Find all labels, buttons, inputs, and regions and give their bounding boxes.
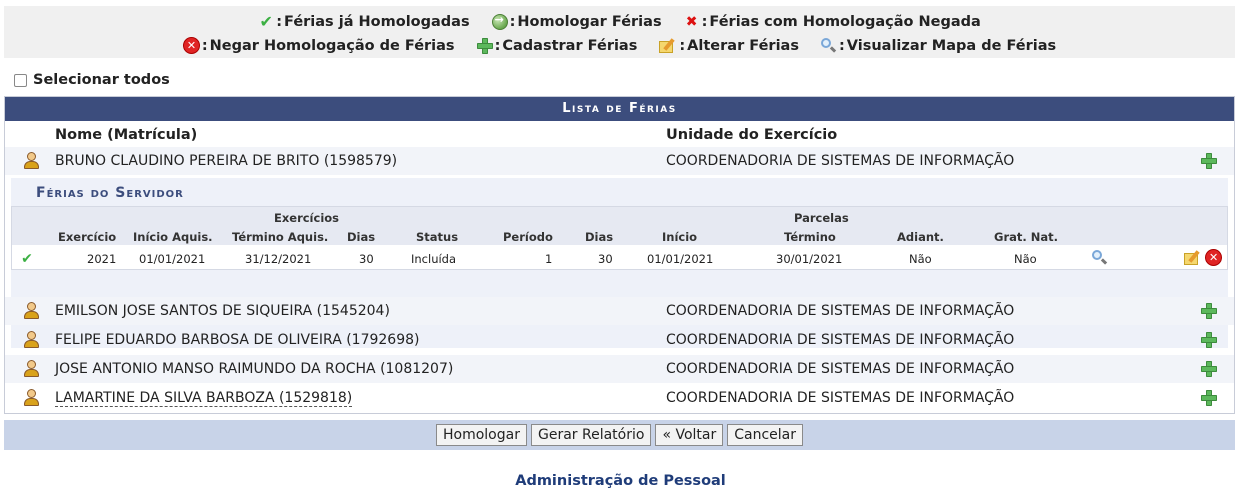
voltar-button[interactable]: « Voltar (655, 424, 724, 446)
legend-colon: : (201, 37, 208, 54)
legend-colon: : (838, 37, 845, 54)
action-button-bar: Homologar Gerar Relatório « Voltar Cance… (4, 420, 1235, 450)
col-inicio-aquis: Início Aquis. (133, 230, 213, 244)
legend-negar-label: Negar Homologação de Férias (209, 37, 455, 54)
val-inicio: 01/01/2021 (647, 252, 714, 266)
add-vacation-plus-icon[interactable] (1201, 361, 1217, 377)
val-periodo: 1 (545, 252, 553, 266)
table-row: BRUNO CLAUDINO PEREIRA DE BRITO (1598579… (5, 147, 1234, 175)
list-caption: Lista de Férias (5, 97, 1234, 121)
magnifier-icon (820, 37, 837, 54)
ferias-table: Exercícios Parcelas Exercício Início Aqu… (11, 206, 1228, 270)
servidor-name-link[interactable]: LAMARTINE DA SILVA BARBOZA (1529818) (55, 390, 353, 407)
legend-visualizar: : Visualizar Mapa de Férias (820, 37, 1057, 54)
group-parcelas: Parcelas (794, 211, 849, 225)
add-vacation-plus-icon[interactable] (1201, 390, 1217, 406)
servidor-unit: COORDENADORIA DE SISTEMAS DE INFORMAÇÃO (666, 390, 1015, 406)
col-dias-parcela: Dias (585, 230, 614, 244)
col-grat-nat: Grat. Nat. (994, 230, 1058, 244)
servidor-unit: COORDENADORIA DE SISTEMAS DE INFORMAÇÃO (666, 361, 1015, 377)
col-dias: Dias (347, 230, 376, 244)
col-termino: Término (784, 230, 836, 244)
user-icon (23, 152, 39, 169)
footer-module-title: Administração de Pessoal (515, 473, 726, 489)
user-icon (23, 360, 39, 377)
table-row: LAMARTINE DA SILVA BARBOZA (1529818) COO… (5, 384, 1234, 412)
legend-negada-label: Férias com Homologação Negada (709, 14, 981, 30)
legend-colon: : (494, 37, 501, 54)
header-name: Nome (Matrícula) (55, 127, 198, 143)
legend-cadastrar: : Cadastrar Férias (476, 37, 638, 54)
user-icon (23, 302, 39, 319)
add-vacation-plus-icon[interactable] (1201, 332, 1217, 348)
val-adiant: Não (909, 252, 932, 266)
servidor-name: BRUNO CLAUDINO PEREIRA DE BRITO (1598579… (55, 153, 398, 169)
servidor-unit: COORDENADORIA DE SISTEMAS DE INFORMAÇÃO (666, 153, 1015, 169)
servidor-name: JOSE ANTONIO MANSO RAIMUNDO DA ROCHA (10… (55, 361, 454, 377)
table-row: JOSE ANTONIO MANSO RAIMUNDO DA ROCHA (10… (5, 355, 1234, 383)
legend-cadastrar-label: Cadastrar Férias (502, 37, 638, 54)
col-status: Status (416, 230, 459, 244)
val-termino: 30/01/2021 (776, 252, 843, 266)
val-grat-nat: Não (1014, 252, 1037, 266)
val-termino-aquis: 31/12/2021 (245, 252, 312, 266)
legend-colon: : (276, 14, 282, 30)
val-dias-parcela: 30 (598, 252, 613, 266)
legend-homologar: : Homologar Férias (491, 13, 662, 30)
gerar-relatorio-button[interactable]: Gerar Relatório (530, 424, 652, 446)
user-icon (23, 389, 39, 406)
edit-icon (659, 38, 677, 54)
servidor-name: EMILSON JOSE SANTOS DE SIQUEIRA (1545204… (55, 303, 390, 319)
legend-homologadas-label: Férias já Homologadas (284, 14, 470, 30)
homologar-button[interactable]: Homologar (436, 424, 527, 446)
vacation-list-table: Lista de Férias Nome (Matrícula) Unidade… (4, 96, 1235, 414)
select-all[interactable]: Selecionar todos (14, 72, 170, 88)
legend-colon: : (679, 37, 686, 54)
check-icon: ✔ (21, 251, 33, 267)
servidor-unit: COORDENADORIA DE SISTEMAS DE INFORMAÇÃO (666, 303, 1015, 319)
table-row: EMILSON JOSE SANTOS DE SIQUEIRA (1545204… (5, 297, 1234, 325)
add-vacation-plus-icon[interactable] (1201, 303, 1217, 319)
legend-alterar: : Alterar Férias (659, 37, 799, 54)
green-arrow-circle-icon (491, 13, 508, 30)
col-exercicio: Exercício (58, 230, 117, 244)
legend-row-1: ✔ : Férias já Homologadas : Homologar Fé… (4, 12, 1235, 31)
red-circle-x-icon (182, 37, 200, 54)
green-plus-icon (476, 37, 493, 54)
red-circle-x-icon[interactable] (1205, 249, 1222, 266)
legend-colon: : (701, 14, 708, 30)
legend-alterar-label: Alterar Férias (687, 37, 799, 54)
legend-row-2: : Negar Homologação de Férias : Cadastra… (4, 37, 1235, 54)
add-vacation-plus-icon[interactable] (1201, 153, 1217, 169)
col-periodo: Período (503, 230, 553, 244)
val-inicio-aquis: 01/01/2021 (139, 252, 206, 266)
legend-panel: ✔ : Férias já Homologadas : Homologar Fé… (4, 6, 1235, 58)
cancelar-button[interactable]: Cancelar (727, 424, 803, 446)
val-status: Incluída (411, 252, 457, 266)
table-row: FELIPE EDUARDO BARBOSA DE OLIVEIRA (1792… (5, 326, 1234, 354)
edit-icon[interactable] (1184, 250, 1202, 266)
check-icon: ✔ (259, 12, 273, 31)
legend-homologadas: ✔ : Férias já Homologadas (258, 12, 470, 31)
servidor-name: FELIPE EDUARDO BARBOSA DE OLIVEIRA (1792… (55, 332, 420, 348)
col-adiant: Adiant. (897, 230, 944, 244)
group-exercicios: Exercícios (274, 211, 340, 225)
select-all-checkbox[interactable] (14, 73, 27, 87)
val-dias: 30 (359, 252, 374, 266)
magnifier-icon[interactable] (1092, 250, 1108, 266)
col-inicio: Início (662, 230, 698, 244)
col-termino-aquis: Término Aquis. (232, 230, 329, 244)
legend-homologar-label: Homologar Férias (517, 14, 662, 30)
legend-visualizar-label: Visualizar Mapa de Férias (846, 37, 1057, 54)
red-x-icon: ✖ (685, 14, 698, 30)
servidor-unit: COORDENADORIA DE SISTEMAS DE INFORMAÇÃO (666, 332, 1015, 348)
legend-colon: : (509, 14, 516, 30)
val-exercicio: 2021 (87, 252, 117, 266)
select-all-label: Selecionar todos (33, 72, 170, 88)
header-unit: Unidade do Exercício (666, 127, 838, 143)
user-icon (23, 331, 39, 348)
legend-negada: ✖ : Férias com Homologação Negada (684, 14, 981, 30)
ferias-title: Férias do Servidor (36, 185, 184, 201)
legend-negar: : Negar Homologação de Férias (182, 37, 455, 54)
